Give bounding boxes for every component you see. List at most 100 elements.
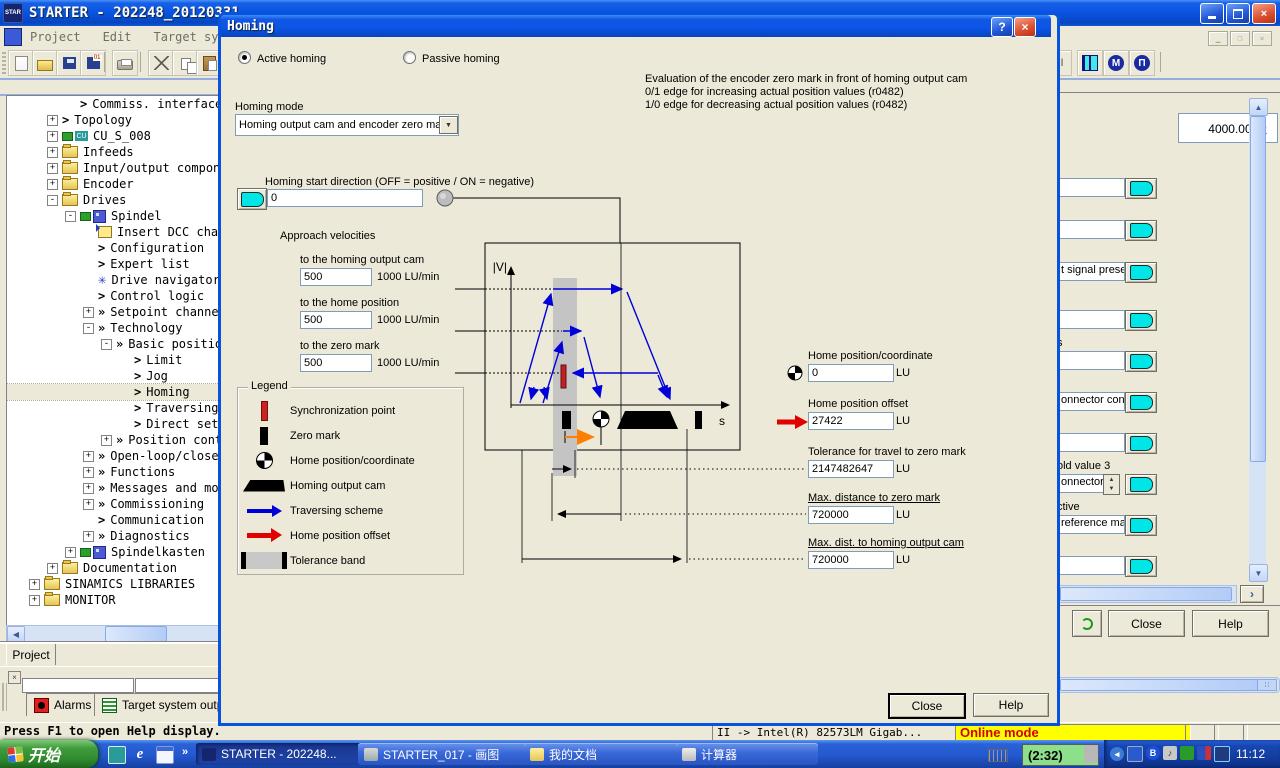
task-[interactable]: 计算器 — [676, 743, 818, 765]
tree-item-encoder[interactable]: +Encoder — [7, 176, 223, 192]
tree-expander-icon[interactable]: + — [47, 147, 58, 158]
save-to-target-button[interactable] — [80, 50, 106, 76]
scroll-right-button[interactable]: › — [1240, 585, 1264, 603]
tree-expander-icon[interactable]: + — [83, 307, 94, 318]
bico-parameter-button[interactable] — [1125, 392, 1157, 413]
tree-item-technology[interactable]: -»Technology — [7, 320, 223, 336]
mdi-restore-button[interactable]: ❒ — [1230, 31, 1250, 46]
refresh-button[interactable] — [1072, 610, 1102, 637]
parameter-field[interactable] — [1057, 178, 1125, 197]
parameter-field[interactable] — [1057, 310, 1125, 329]
tree-expander-icon[interactable]: + — [101, 435, 112, 446]
dialog-help-text-button[interactable]: Help — [973, 693, 1049, 717]
bico-parameter-button[interactable] — [1125, 310, 1157, 331]
tab-alarms[interactable]: Alarms — [26, 693, 99, 716]
panel-grip[interactable] — [2, 683, 7, 711]
tree-expander-icon[interactable]: - — [65, 211, 76, 222]
tree-item-messages-and-mon[interactable]: +»Messages and mon — [7, 480, 223, 496]
tree-expander-icon[interactable]: + — [83, 499, 94, 510]
tree-item-drives[interactable]: -Drives — [7, 192, 223, 208]
panel-help-button[interactable]: Help — [1192, 610, 1269, 637]
task-starter-017[interactable]: STARTER_017 - 画图 — [358, 743, 530, 765]
tree-item-traversing[interactable]: >Traversing — [7, 400, 223, 416]
network-icon[interactable] — [1127, 746, 1143, 762]
minimize-button[interactable] — [1200, 3, 1224, 24]
tree-item-infeeds[interactable]: +Infeeds — [7, 144, 223, 160]
tree-item-cu-s-008[interactable]: +CUCU_S_008 — [7, 128, 223, 144]
tree-expander-icon[interactable]: + — [47, 131, 58, 142]
bico-parameter-button[interactable] — [1125, 474, 1157, 495]
tree-item-spindelkasten[interactable]: +Spindelkasten — [7, 544, 223, 560]
tree-item-communication[interactable]: >Communication — [7, 512, 223, 528]
tree-expander-icon[interactable]: + — [29, 595, 40, 606]
start-direction-input[interactable] — [267, 189, 423, 207]
tree-item-input-output-components[interactable]: +Input/output components — [7, 160, 223, 176]
bico-parameter-button[interactable] — [1125, 262, 1157, 283]
tree-expander-icon[interactable]: - — [83, 323, 94, 334]
dialog-help-button[interactable]: ? — [991, 17, 1013, 37]
motor-module-button[interactable]: M — [1103, 50, 1129, 76]
dialog-close-button[interactable]: Close — [888, 693, 966, 719]
scroll-grip-icon[interactable]: ∷ — [1257, 679, 1277, 691]
tree-item-homing[interactable]: >Homing — [7, 384, 223, 400]
start-button[interactable]: 开始 — [0, 740, 98, 768]
print-button[interactable] — [112, 50, 138, 76]
display-icon[interactable] — [1214, 746, 1230, 762]
tree-item-spindel[interactable]: -Spindel — [7, 208, 223, 224]
internet-explorer-icon[interactable]: e — [132, 746, 148, 762]
tree-expander-icon[interactable]: + — [65, 547, 76, 558]
spinner-down-icon[interactable]: ▼ — [1104, 485, 1119, 495]
parameter-field[interactable]: t signal presen — [1057, 262, 1125, 281]
parameter-field[interactable] — [1057, 433, 1125, 452]
trace-button[interactable] — [1077, 50, 1103, 76]
hide-tray-icons-icon[interactable]: ◂ — [1110, 747, 1124, 761]
mdi-hscrollbar[interactable]: ∷ — [1057, 677, 1280, 693]
new-document-button[interactable] — [8, 50, 34, 76]
tree-item-direct-set[interactable]: >Direct set — [7, 416, 223, 432]
connection-icon[interactable] — [1180, 746, 1194, 760]
parameter-field[interactable]: onnector c — [1057, 474, 1105, 493]
field-input-home-position-coordinate[interactable] — [808, 364, 894, 382]
battery-icon[interactable] — [1197, 746, 1211, 760]
tree-item-setpoint-channel[interactable]: +»Setpoint channel — [7, 304, 223, 320]
tree-expander-icon[interactable]: + — [47, 179, 58, 190]
tree-item-diagnostics[interactable]: +»Diagnostics — [7, 528, 223, 544]
field-input-max-dist-to-homing-output-cam[interactable] — [808, 551, 894, 569]
bico-parameter-button[interactable] — [1125, 556, 1157, 577]
tree-item-limit[interactable]: >Limit — [7, 352, 223, 368]
cut-button[interactable] — [148, 50, 174, 76]
scroll-left-icon[interactable]: ◀ — [7, 626, 25, 642]
volume-icon[interactable]: ♪ — [1163, 746, 1177, 760]
field-input-max-distance-to-zero-mark[interactable] — [808, 506, 894, 524]
ime-keyboard-icon[interactable] — [988, 749, 1008, 762]
open-project-button[interactable] — [32, 50, 58, 76]
task-[interactable]: 我的文档 — [524, 743, 682, 765]
tree-item-topology[interactable]: +>Topology — [7, 112, 223, 128]
bico-parameter-button[interactable] — [1125, 220, 1157, 241]
tab-project[interactable]: Project — [6, 643, 56, 665]
tree-expander-icon[interactable]: + — [83, 467, 94, 478]
approach-input-to-the-homing-output-cam[interactable] — [300, 268, 372, 286]
panel-close-icon[interactable]: × — [8, 671, 21, 684]
approach-input-to-the-home-position[interactable] — [300, 311, 372, 329]
panel-close-button[interactable]: Close — [1108, 610, 1185, 637]
tree-expander-icon[interactable]: + — [47, 163, 58, 174]
tree-expander-icon[interactable]: + — [29, 579, 40, 590]
mdi-hscroll-thumb[interactable] — [1060, 679, 1258, 691]
tree-item-expert-list[interactable]: >Expert list — [7, 256, 223, 272]
restore-button[interactable] — [1226, 3, 1250, 24]
tree-item-control-logic[interactable]: >Control logic — [7, 288, 223, 304]
tree-item-jog[interactable]: >Jog — [7, 368, 223, 384]
menu-item-project[interactable]: Project — [30, 30, 81, 44]
value-spinner[interactable]: ▲▼ — [1103, 474, 1120, 495]
scroll-down-icon[interactable]: ▼ — [1249, 564, 1268, 582]
pulse-button[interactable]: Π — [1129, 50, 1155, 76]
quicklaunch-more-icon[interactable]: » — [182, 746, 188, 758]
tree-expander-icon[interactable]: - — [47, 195, 58, 206]
radio-passive-homing[interactable]: Passive homing — [403, 51, 500, 65]
spinner-up-icon[interactable]: ▲ — [1104, 475, 1119, 485]
tree-item-documentation[interactable]: +Documentation — [7, 560, 223, 576]
mdi-close-button[interactable]: × — [1252, 31, 1272, 46]
field-input-tolerance-for-travel-to-zero-mark[interactable] — [808, 460, 894, 478]
tree-item-sinamics-libraries[interactable]: +SINAMICS LIBRARIES — [7, 576, 223, 592]
